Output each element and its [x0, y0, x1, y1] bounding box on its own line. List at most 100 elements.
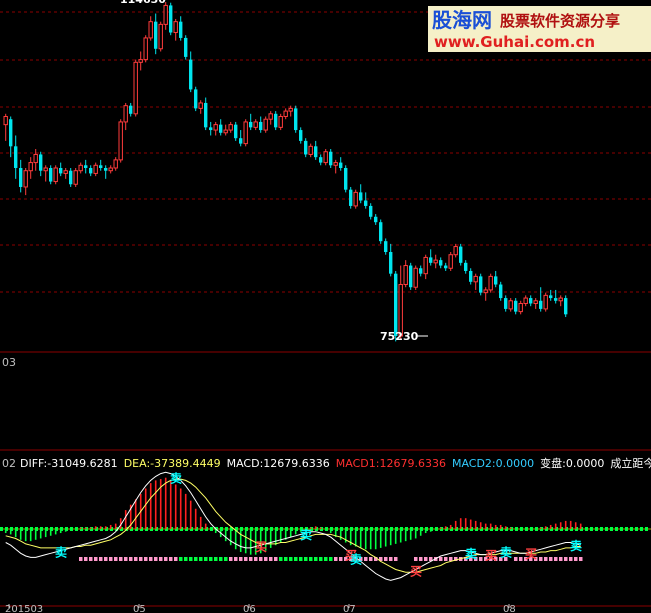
candle-1: [9, 116, 13, 158]
pink-segment-0: [159, 557, 163, 561]
macd-panel: [0, 471, 651, 581]
green-segment-1: [304, 557, 308, 561]
candle-8: [43, 165, 48, 182]
candle-body: [28, 162, 33, 172]
candle-32: [163, 2, 168, 30]
candle-6: [33, 149, 38, 171]
candle-101: [508, 298, 513, 312]
candle-body: [319, 157, 323, 163]
candle-17: [89, 165, 93, 177]
candle-body: [169, 5, 173, 33]
pink-segment-0: [154, 557, 158, 561]
candle-9: [49, 165, 53, 185]
green-segment-1: [319, 557, 323, 561]
pink-segment-8: [574, 557, 578, 561]
candle-body: [209, 127, 213, 131]
candle-77: [389, 243, 393, 277]
green-segment-0: [204, 557, 208, 561]
candle-104: [523, 295, 528, 307]
sell-signal-0: 卖: [55, 545, 67, 560]
candle-53: [268, 111, 273, 125]
candle-36: [184, 35, 188, 60]
candle-body: [228, 124, 233, 131]
pink-segment-0: [149, 557, 153, 561]
candle-35: [179, 16, 183, 41]
candle-106: [533, 298, 538, 309]
candle-body: [533, 300, 538, 304]
candle-body: [179, 21, 183, 38]
candle-body: [329, 151, 333, 166]
zero-dot: [625, 527, 628, 531]
candle-body: [483, 289, 488, 294]
candle-96: [483, 287, 488, 301]
candle-body: [143, 37, 148, 61]
candle-body: [429, 257, 433, 263]
zero-dot: [535, 527, 538, 531]
legend-item-4: MACD2:0.0000: [452, 457, 534, 470]
pink-segment-2: [274, 557, 278, 561]
zero-dot: [630, 527, 633, 531]
candle-body: [84, 165, 88, 168]
zero-dot: [600, 527, 603, 531]
candle-56: [283, 108, 288, 120]
pink-segment-7: [539, 557, 543, 561]
candle-112: [564, 295, 568, 318]
candle-46: [234, 121, 238, 141]
candle-93: [469, 268, 473, 285]
candle-58: [294, 105, 298, 133]
pink-segment-0: [114, 557, 118, 561]
pink-segment-2: [264, 557, 268, 561]
pink-segment-0: [169, 557, 173, 561]
candle-body: [59, 167, 63, 174]
candle-body: [409, 265, 413, 288]
candle-body: [339, 162, 343, 168]
candle-45: [228, 121, 233, 133]
pink-segment-0: [119, 557, 123, 561]
candle-75: [379, 219, 383, 244]
candle-59: [299, 127, 303, 144]
candle-body: [73, 170, 78, 185]
candle-body: [219, 124, 223, 133]
candle-body: [69, 170, 73, 185]
candle-99: [499, 281, 503, 301]
candle-body: [549, 295, 553, 299]
candle-51: [259, 116, 263, 133]
candle-34: [173, 18, 178, 41]
high-price-label: 114630: [120, 0, 166, 6]
candle-82: [413, 265, 418, 290]
candle-13: [69, 167, 73, 187]
candle-body: [249, 121, 253, 128]
candle-body: [63, 170, 68, 174]
candle-16: [84, 159, 88, 174]
candle-body: [148, 21, 153, 39]
candle-98: [494, 270, 498, 288]
candle-20: [104, 165, 108, 179]
candle-body: [444, 265, 448, 269]
green-segment-0: [219, 557, 223, 561]
candle-27: [138, 51, 143, 71]
candle-3: [19, 159, 23, 193]
candle-body: [529, 298, 533, 304]
candle-body: [288, 107, 293, 112]
candle-61: [308, 143, 313, 158]
candle-body: [189, 59, 193, 90]
candle-76: [384, 238, 388, 255]
pink-segment-1: [254, 557, 258, 561]
candle-body: [234, 124, 238, 139]
candle-body: [488, 275, 493, 291]
candle-body: [448, 254, 453, 269]
candle-body: [379, 222, 383, 242]
pink-segment-5: [444, 557, 448, 561]
zero-dot: [210, 527, 213, 531]
candle-24: [123, 102, 128, 131]
candle-63: [319, 154, 323, 166]
pink-segment-4: [394, 557, 398, 561]
pink-segment-8: [549, 557, 553, 561]
candle-body: [419, 268, 423, 274]
panel-borders: [0, 351, 651, 607]
zero-dot: [515, 527, 518, 531]
candle-body: [93, 164, 98, 174]
green-segment-0: [189, 557, 193, 561]
pink-segment-1: [259, 557, 263, 561]
candle-90: [453, 243, 458, 258]
